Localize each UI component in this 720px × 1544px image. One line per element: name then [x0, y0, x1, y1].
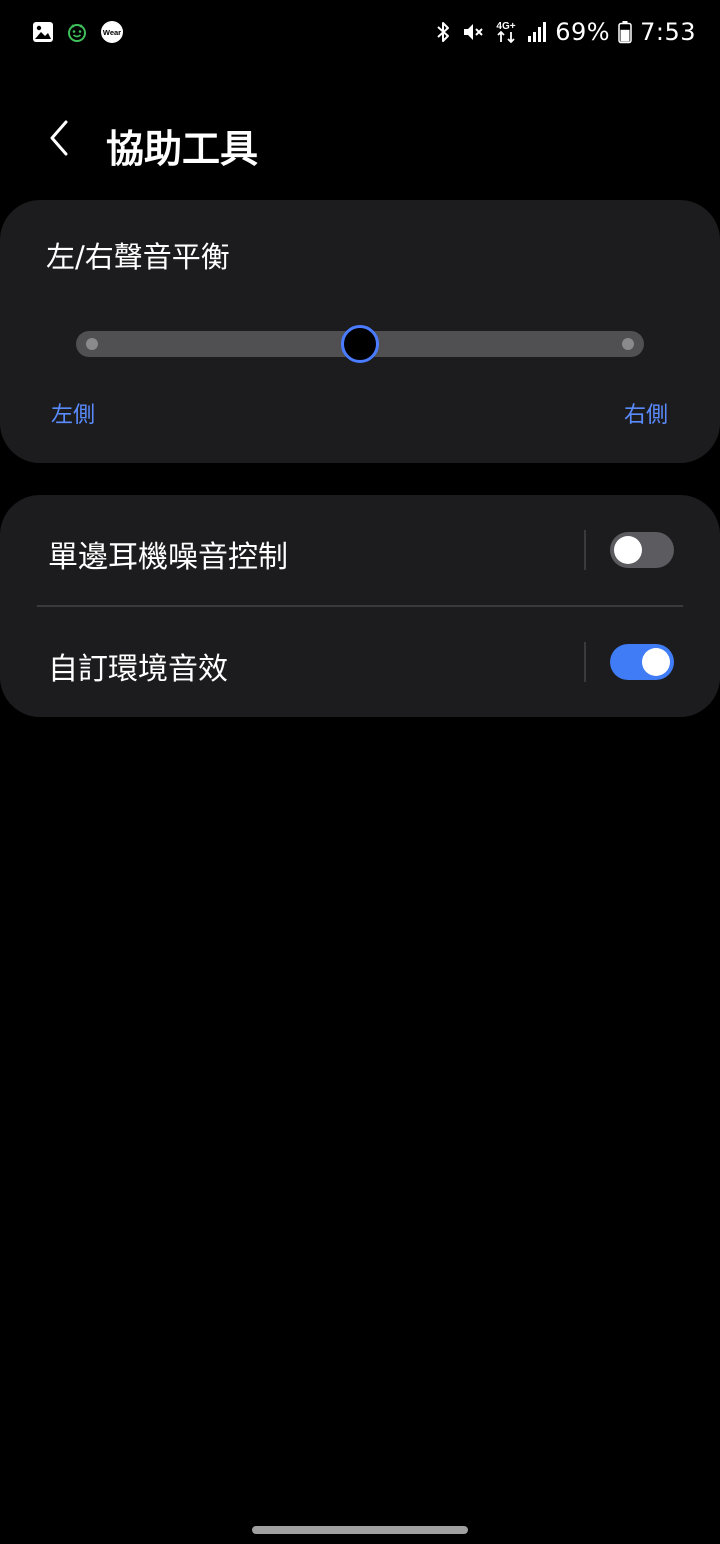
wear-icon-text: Wear — [103, 28, 121, 37]
network-label: 4G+ — [497, 21, 516, 32]
slider-left-endpoint — [86, 338, 98, 350]
sound-balance-slider[interactable] — [76, 325, 644, 363]
gallery-icon — [32, 21, 54, 43]
home-indicator[interactable] — [252, 1526, 468, 1534]
wear-icon: Wear — [100, 20, 124, 44]
single-earbud-anc-toggle[interactable] — [610, 532, 674, 568]
chevron-left-icon — [46, 118, 74, 162]
clock: 7:53 — [640, 18, 696, 46]
sound-balance-card: 左/右聲音平衡 左側 右側 — [0, 200, 720, 463]
battery-icon — [618, 20, 632, 44]
balance-left-label: 左側 — [51, 403, 96, 428]
system-status-icons: 4G+ 69% 7:53 — [433, 14, 696, 50]
network-4g-icon: 4G+ — [493, 19, 519, 45]
battery-fill — [620, 29, 630, 42]
toggle-knob — [642, 648, 670, 676]
screen: Wear 4G+ 69% 7:53 協助工具 左/右聲音平衡 左側 右側 單邊耳… — [0, 0, 720, 1544]
option-label: 單邊耳機噪音控制 — [48, 540, 288, 575]
signal-icon — [527, 21, 547, 43]
bluetooth-icon — [433, 20, 453, 44]
options-card: 單邊耳機噪音控制 自訂環境音效 — [0, 495, 720, 717]
custom-ambient-sound-toggle[interactable] — [610, 644, 674, 680]
toggle-knob — [614, 536, 642, 564]
back-button[interactable] — [36, 116, 84, 164]
balance-right-label: 右側 — [623, 403, 668, 428]
status-bar: Wear 4G+ 69% 7:53 — [0, 0, 720, 64]
option-row-single-earbud-anc[interactable]: 單邊耳機噪音控制 — [0, 495, 720, 607]
slider-right-endpoint — [622, 338, 634, 350]
sound-balance-title: 左/右聲音平衡 — [46, 240, 230, 274]
vertical-divider — [584, 530, 586, 570]
page-title: 協助工具 — [106, 127, 259, 171]
face-emoji-icon — [66, 21, 88, 43]
slider-thumb[interactable] — [341, 325, 379, 363]
vertical-divider — [584, 642, 586, 682]
option-label: 自訂環境音效 — [48, 652, 228, 687]
battery-percent: 69% — [555, 18, 611, 46]
header: 協助工具 — [0, 100, 720, 184]
notification-icons: Wear — [32, 20, 124, 44]
option-row-custom-ambient-sound[interactable]: 自訂環境音效 — [0, 607, 720, 717]
mute-icon — [461, 20, 485, 44]
